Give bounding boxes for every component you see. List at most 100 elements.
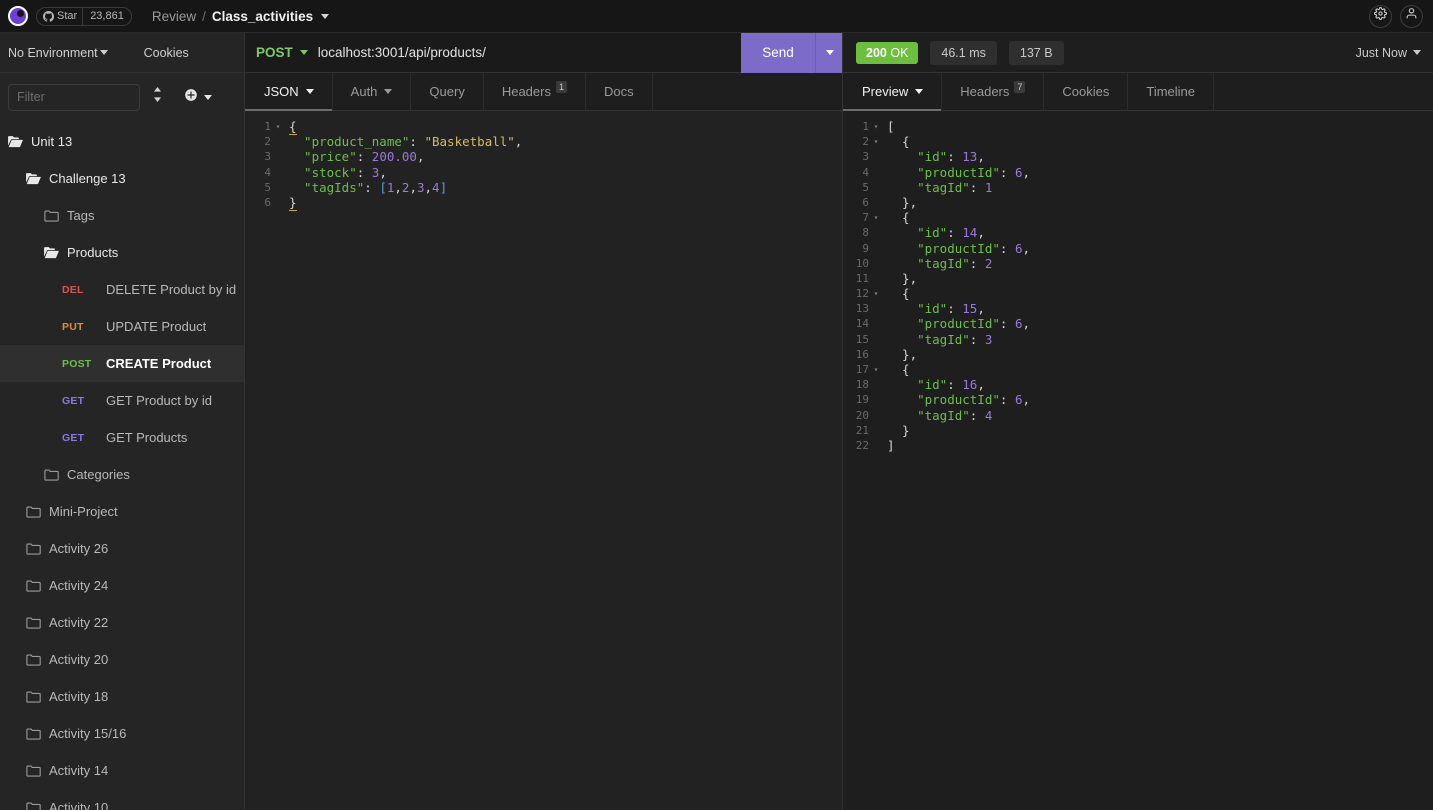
chevron-down-icon (299, 50, 308, 55)
request-item[interactable]: DEL DELETE Product by id (0, 271, 244, 308)
folder-item[interactable]: Challenge 13 (0, 160, 244, 197)
tree-item-label: Activity 18 (49, 689, 109, 704)
folder-item[interactable]: Mini-Project (0, 493, 244, 530)
breadcrumb-separator: / (202, 8, 206, 24)
sidebar: No Environment Cookies Filter Unit 13 Ch… (0, 33, 245, 810)
folder-item[interactable]: Activity 15/16 (0, 715, 244, 752)
line-number: 17 (855, 363, 869, 376)
response-history-label: Just Now (1355, 45, 1407, 60)
request-body-editor[interactable]: 1 ▾{2 "product_name": "Basketball", 3 "pri… (245, 111, 842, 810)
add-request-button[interactable] (184, 88, 212, 107)
code-line: 9 "productId": 6, (843, 241, 1433, 256)
code-line: 13 "id": 15, (843, 301, 1433, 316)
url-input[interactable]: localhost:3001/api/products/ (316, 45, 741, 60)
tree-item-label: UPDATE Product (106, 319, 207, 334)
folder-item[interactable]: Activity 22 (0, 604, 244, 641)
tab-preview[interactable]: Preview (843, 73, 943, 111)
folder-item[interactable]: Categories (0, 456, 244, 493)
code-content: } (887, 422, 910, 438)
chevron-down-icon[interactable] (321, 13, 330, 19)
http-method-selector[interactable]: POST (245, 45, 316, 60)
github-star-chip[interactable]: Star 23,861 (36, 6, 132, 26)
fold-toggle-icon[interactable]: ▾ (273, 119, 283, 134)
request-item[interactable]: GET GET Products (0, 419, 244, 456)
code-line: 19 "productId": 6, (843, 392, 1433, 407)
line-number: 20 (855, 408, 869, 422)
folder-item[interactable]: Activity 24 (0, 567, 244, 604)
send-button[interactable]: Send (741, 32, 815, 73)
folder-item[interactable]: Activity 14 (0, 752, 244, 789)
code-line: 4 "stock": 3, (245, 165, 842, 180)
folder-item[interactable]: Activity 26 (0, 530, 244, 567)
tab-headers[interactable]: Headers 7 (942, 73, 1045, 110)
folder-closed-icon (26, 616, 41, 629)
tree-item-label: Activity 26 (49, 541, 109, 556)
code-line: 7 ▾ { (843, 210, 1433, 225)
line-number: 1 (862, 120, 869, 133)
line-number: 11 (855, 271, 869, 285)
method-label: DEL (62, 283, 84, 296)
folder-item[interactable]: Activity 20 (0, 641, 244, 678)
code-content: { (887, 362, 910, 377)
tab-json[interactable]: JSON (245, 73, 333, 111)
breadcrumb-workspace[interactable]: Review (152, 9, 196, 24)
breadcrumb: Review / Class_activities (152, 8, 330, 24)
tab-label: Query (429, 84, 465, 99)
chevron-down-icon (204, 94, 212, 100)
folder-item[interactable]: Activity 10 (0, 789, 244, 810)
request-item[interactable]: GET GET Product by id (0, 382, 244, 419)
chevron-down-icon (99, 50, 108, 55)
tab-label: Timeline (1146, 84, 1196, 99)
sort-icon (152, 87, 163, 107)
request-tree: Unit 13 Challenge 13 Tags Products DEL DELETE… (0, 121, 244, 810)
code-content: } (289, 194, 297, 211)
fold-toggle-icon[interactable]: ▾ (871, 210, 881, 225)
request-item[interactable]: POST CREATE Product (0, 345, 244, 382)
filter-input[interactable] (8, 83, 140, 111)
tab-label: Cookies (1062, 84, 1110, 99)
tab-auth[interactable]: Auth (333, 73, 412, 110)
main-body: No Environment Cookies Filter Unit 13 Ch… (0, 32, 1433, 810)
line-number: 4 (264, 165, 271, 179)
http-method-label: POST (256, 45, 293, 60)
code-line: 6 }, (843, 195, 1433, 210)
fold-toggle-icon[interactable]: ▾ (871, 119, 881, 134)
fold-toggle-icon[interactable]: ▾ (871, 362, 881, 377)
response-history-selector[interactable]: Just Now (1356, 46, 1421, 60)
chevron-down-icon (384, 89, 393, 94)
tab-label: Headers (501, 84, 551, 99)
line-number: 13 (855, 302, 869, 316)
folder-item[interactable]: Activity 18 (0, 678, 244, 715)
tab-headers[interactable]: Headers 1 (484, 73, 586, 110)
star-label: Star (57, 10, 78, 22)
tab-docs[interactable]: Docs (586, 73, 653, 110)
folder-item[interactable]: Products (0, 234, 244, 271)
line-number: 6 (862, 195, 869, 209)
account-button[interactable] (1400, 4, 1423, 28)
fold-toggle-icon[interactable]: ▾ (871, 286, 881, 301)
request-item[interactable]: PUT UPDATE Product (0, 308, 244, 345)
tab-query[interactable]: Query (411, 73, 484, 110)
star-count: 23,861 (82, 7, 131, 25)
cookies-button[interactable]: Cookies (144, 46, 189, 60)
tab-timeline[interactable]: Timeline (1128, 73, 1215, 110)
code-content: { (887, 286, 910, 302)
github-icon: Star (37, 10, 82, 22)
tab-cookies[interactable]: Cookies (1044, 73, 1129, 110)
breadcrumb-collection[interactable]: Class_activities (212, 9, 313, 24)
folder-item[interactable]: Unit 13 (0, 123, 244, 160)
fold-toggle-icon[interactable]: ▾ (871, 134, 881, 149)
sort-button[interactable] (140, 87, 174, 107)
send-options-button[interactable] (815, 32, 842, 73)
environment-selector[interactable]: No Environment (0, 46, 108, 60)
folder-closed-icon (26, 542, 41, 555)
line-number: 19 (855, 393, 869, 407)
tree-item-label: Activity 15/16 (49, 726, 127, 741)
code-content: "productId": 6, (887, 316, 1031, 332)
response-body-viewer[interactable]: 1 ▾[2 ▾ {3 "id": 13, 4 "productId": 6, 5 "ta… (843, 111, 1433, 810)
code-line: 18 "id": 16, (843, 377, 1433, 392)
method-label: POST (62, 357, 92, 370)
environment-label: No Environment (8, 45, 98, 60)
folder-item[interactable]: Tags (0, 197, 244, 234)
settings-button[interactable] (1369, 4, 1392, 28)
